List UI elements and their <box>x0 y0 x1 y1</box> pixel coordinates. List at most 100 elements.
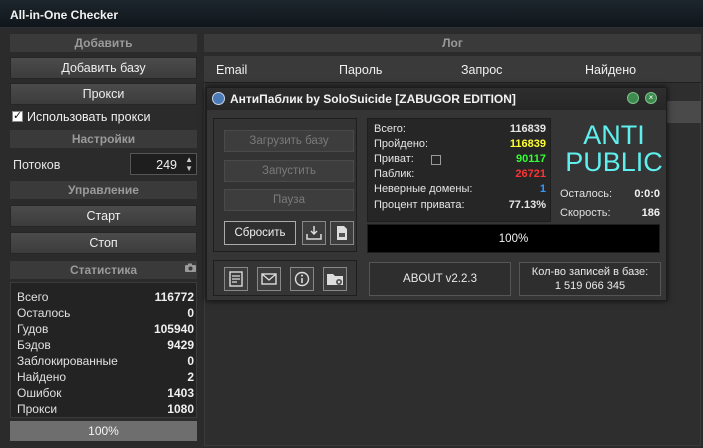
stats-section-header: Статистика <box>10 261 197 279</box>
antipublic-control-panel: Загрузить базу Запустить Пауза Сбросить <box>213 118 357 252</box>
use-proxy-checkbox[interactable]: Использовать прокси <box>12 109 151 124</box>
stat-label: Ошибок <box>17 386 62 400</box>
brand-line-1: ANTI <box>583 120 645 150</box>
stop-button[interactable]: Стоп <box>10 232 197 254</box>
stat-row-bad: Бэдов 9429 <box>17 338 194 354</box>
stat-value: 1 <box>539 183 546 195</box>
stat-value: 90117 <box>516 153 546 165</box>
stat-row-errors: Ошибок 1403 <box>17 386 194 402</box>
start-button[interactable]: Старт <box>10 205 197 227</box>
control-section-header: Управление <box>10 181 197 199</box>
antipublic-tools-panel <box>213 260 357 296</box>
ap-stat-private-percent: Процент привата: 77.13% <box>374 199 546 214</box>
folder-settings-icon[interactable] <box>323 267 347 291</box>
remaining-label: Осталось: <box>560 188 613 200</box>
remaining-value: 0:0:0 <box>634 188 660 200</box>
stat-value: 1080 <box>167 402 194 416</box>
settings-section-header: Настройки <box>10 130 197 148</box>
antipublic-progress-bar: 100% <box>367 224 660 253</box>
about-button[interactable]: ABOUT v2.2.3 <box>369 262 511 296</box>
stat-label: Заблокированные <box>17 354 118 368</box>
threads-label: Потоков <box>13 158 61 172</box>
column-header-email[interactable]: Email <box>216 63 247 77</box>
antipublic-stats-panel: Всего: 116839 Пройдено: 116839 Приват: 9011… <box>367 118 551 222</box>
stat-label: Пройдено: <box>374 138 429 150</box>
pause-button[interactable]: Пауза <box>224 189 354 211</box>
stat-value: 105940 <box>153 322 194 336</box>
stats-panel: Всего 116772 Осталось 0 Гудов 105940 Бэдов 9… <box>10 282 197 418</box>
ap-stat-private: Приват: 90117 <box>374 153 546 168</box>
stat-label: Неверные домены: <box>374 183 473 195</box>
column-header-found[interactable]: Найдено <box>585 63 636 77</box>
remaining-time-row: Осталось: 0:0:0 <box>560 188 660 203</box>
stat-label: Осталось <box>17 306 71 320</box>
run-button[interactable]: Запустить <box>224 160 354 182</box>
info-icon[interactable] <box>290 267 314 291</box>
stat-label: Всего <box>17 290 49 304</box>
stat-label: Гудов <box>17 322 49 336</box>
threads-spinbox[interactable]: 249 ▲ ▼ <box>130 153 197 175</box>
column-header-password[interactable]: Пароль <box>339 63 382 77</box>
stat-label: Прокси <box>17 402 58 416</box>
checkbox-checked-icon[interactable] <box>12 109 23 122</box>
db-count-label: Кол-во записей в базе: <box>531 266 649 278</box>
stat-row-blocked: Заблокированные 0 <box>17 354 194 370</box>
add-base-button[interactable]: Добавить базу <box>10 57 197 79</box>
stat-value: 77.13% <box>508 199 546 211</box>
ap-stat-passed: Пройдено: 116839 <box>374 138 546 153</box>
antipublic-window: АнтиПаблик by SoloSuicide [ZABUGOR EDITI… <box>206 87 667 301</box>
stat-row-proxy: Прокси 1080 <box>17 402 194 418</box>
load-base-button[interactable]: Загрузить базу <box>224 130 354 152</box>
stat-value: 2 <box>187 370 194 384</box>
stat-value: 26721 <box>515 168 546 180</box>
import-tray-icon[interactable] <box>302 221 326 245</box>
private-checkbox[interactable] <box>431 155 441 165</box>
db-count-box: Кол-во записей в базе: 1 519 066 345 <box>519 262 661 296</box>
proxy-button[interactable]: Прокси <box>10 83 197 105</box>
stat-label: Паблик: <box>374 168 415 180</box>
app-logo-icon <box>212 92 225 105</box>
log-table-header: Email Пароль Запрос Найдено <box>204 57 701 83</box>
stat-value: 0 <box>187 354 194 368</box>
stat-value: 116839 <box>509 138 546 150</box>
speed-value: 186 <box>641 207 660 219</box>
db-count-value: 1 519 066 345 <box>554 280 626 292</box>
stat-value: 116839 <box>509 123 546 135</box>
stat-value: 9429 <box>167 338 194 352</box>
stat-label: Всего: <box>374 123 406 135</box>
mail-icon[interactable] <box>257 267 281 291</box>
minimize-icon[interactable] <box>627 92 639 104</box>
antipublic-brand-logo: ANTI PUBLIC <box>564 122 664 176</box>
threads-value[interactable]: 249 <box>156 158 177 172</box>
brand-line-2: PUBLIC <box>565 147 663 177</box>
antipublic-title: АнтиПаблик by SoloSuicide [ZABUGOR EDITI… <box>230 92 516 106</box>
spin-down-icon[interactable]: ▼ <box>185 164 193 173</box>
ap-stat-public: Паблик: 26721 <box>374 168 546 183</box>
stat-row-total: Всего 116772 <box>17 290 194 306</box>
add-section-header: Добавить <box>10 34 197 52</box>
stat-value: 1403 <box>167 386 194 400</box>
stat-label: Приват: <box>374 153 414 165</box>
speed-row: Скорость: 186 <box>560 207 660 222</box>
stat-value: 116772 <box>154 290 194 304</box>
ap-stat-invalid-domains: Неверные домены: 1 <box>374 183 546 198</box>
camera-icon[interactable] <box>185 263 196 272</box>
stat-row-found: Найдено 2 <box>17 370 194 386</box>
stat-row-good: Гудов 105940 <box>17 322 194 338</box>
report-icon[interactable] <box>224 267 248 291</box>
left-progress-bar: 100% <box>10 421 197 441</box>
column-header-request[interactable]: Запрос <box>461 63 502 77</box>
stat-label: Бэдов <box>17 338 51 352</box>
speed-label: Скорость: <box>560 207 611 219</box>
close-icon[interactable]: × <box>645 92 657 104</box>
app-title: All-in-One Checker <box>10 8 119 22</box>
stat-label: Найдено <box>17 370 67 384</box>
reset-button[interactable]: Сбросить <box>224 221 296 245</box>
file-icon[interactable] <box>330 221 354 245</box>
log-section-header: Лог <box>204 34 701 52</box>
stat-label: Процент привата: <box>374 199 465 211</box>
ap-stat-total: Всего: 116839 <box>374 123 546 138</box>
spin-up-icon[interactable]: ▲ <box>185 155 193 164</box>
use-proxy-label: Использовать прокси <box>27 110 151 124</box>
stat-value: 0 <box>187 306 194 320</box>
